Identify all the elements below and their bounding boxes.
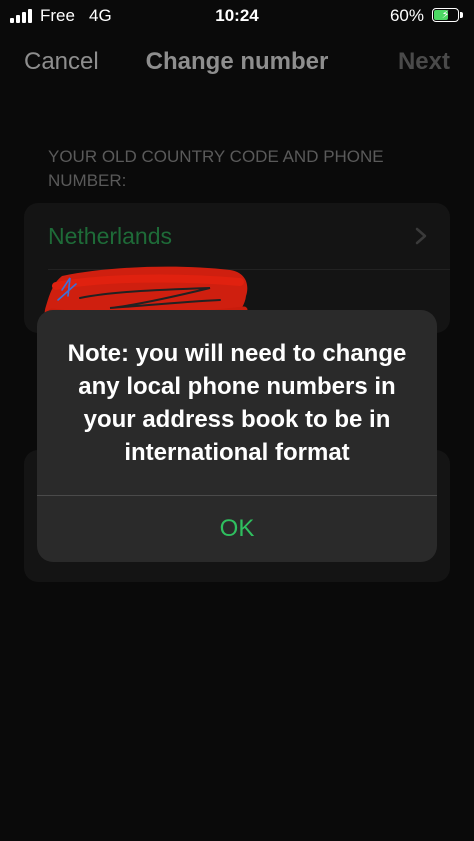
alert-message: Note: you will need to change any local … [67, 340, 407, 466]
country-name: Netherlands [48, 223, 173, 249]
change-number-screen: Free 4G 10:24 60% ⚡ Cancel Change number… [0, 0, 474, 841]
battery-percentage: 60% [389, 6, 424, 25]
battery-icon: ⚡ [432, 8, 464, 24]
next-button[interactable]: Next [398, 48, 450, 76]
charging-bolt-icon: ⚡ [441, 9, 450, 21]
old-number-section-header: YOUR OLD COUNTRY CODE AND PHONE NUMBER: [48, 147, 384, 190]
chevron-right-icon [415, 227, 427, 245]
navigation-bar: Cancel Change number Next [0, 40, 474, 86]
ok-button[interactable]: OK [37, 496, 437, 562]
status-bar: Free 4G 10:24 60% ⚡ [0, 0, 474, 34]
international-format-alert: Note: you will need to change any local … [37, 310, 437, 562]
country-selector-row[interactable]: Netherlands [24, 203, 450, 269]
